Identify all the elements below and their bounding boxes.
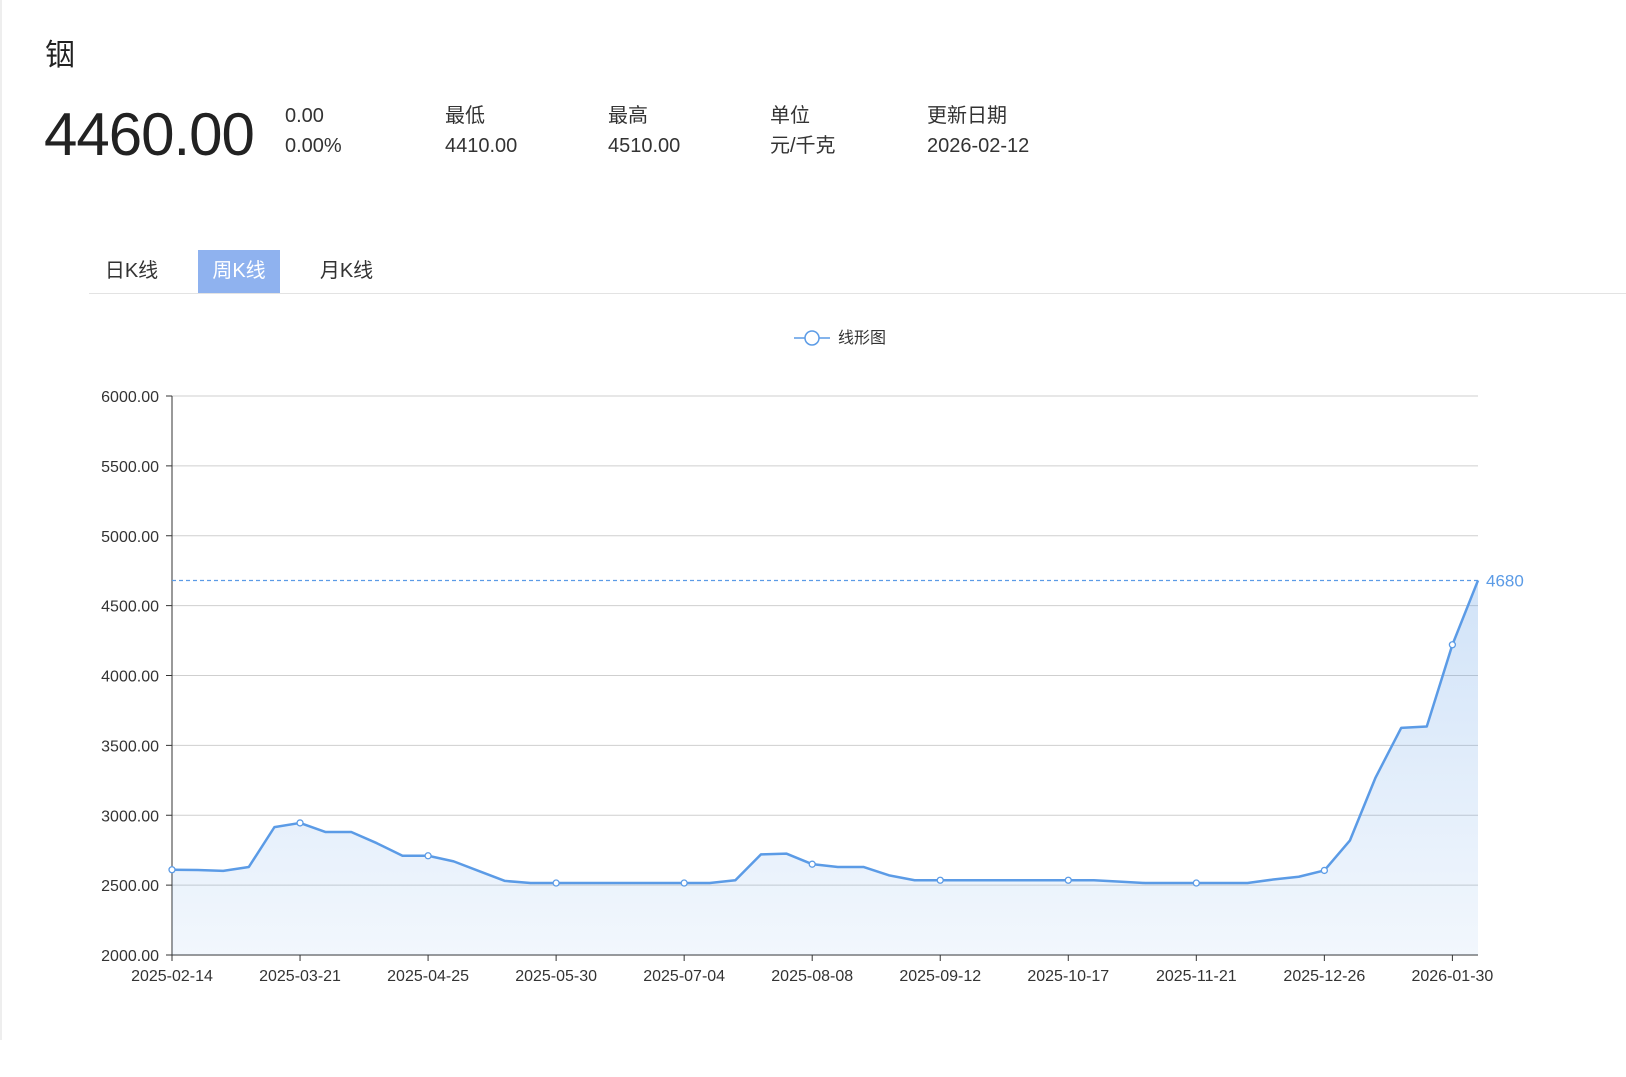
data-point	[168, 866, 176, 874]
stat-high-value: 4510.00	[608, 135, 681, 157]
line-chart: 线形图 2000.00 2500.00 3000.00 3500.00 4000.00 45…	[101, 328, 1524, 985]
x-tick-label: 2025-03-21	[259, 968, 341, 985]
x-tick-label: 2025-10-17	[1027, 968, 1109, 985]
data-point	[1320, 866, 1329, 875]
price-change-percent: 0.00%	[285, 135, 342, 157]
stat-unit-label: 单位	[770, 105, 810, 127]
markline-label: 4680	[1486, 571, 1524, 590]
page-title: 铟	[45, 39, 75, 72]
data-point	[1064, 876, 1072, 884]
stat-unit: 单位 元/千克	[770, 101, 836, 161]
current-price: 4460.00	[44, 101, 255, 168]
y-tick-label: 2000.00	[101, 948, 159, 965]
y-tick-label: 4500.00	[101, 599, 159, 616]
stat-unit-value: 元/千克	[770, 135, 836, 157]
x-tick-label: 2025-02-14	[131, 968, 213, 985]
y-tick-label: 3000.00	[101, 808, 159, 825]
data-point	[424, 852, 432, 860]
y-tick-label: 2500.00	[101, 878, 159, 895]
x-tick-label: 2025-12-26	[1283, 968, 1365, 985]
tab-monthly-kline[interactable]: 月K线	[304, 250, 389, 293]
stat-update-date-value: 2026-02-12	[927, 135, 1030, 157]
stat-low: 最低 4410.00	[445, 101, 517, 161]
x-tick-label: 2025-07-04	[643, 968, 725, 985]
data-point	[1192, 879, 1200, 887]
tab-weekly-kline[interactable]: 周K线	[198, 250, 280, 293]
y-tick-label: 5500.00	[101, 459, 159, 476]
stat-low-label: 最低	[445, 105, 485, 127]
kline-tabs: 日K线 周K线 月K线	[89, 250, 1626, 294]
price-change-block: 0.00 0.00%	[285, 101, 342, 161]
y-tick-label: 3500.00	[101, 738, 159, 755]
y-tick-label: 6000.00	[101, 389, 159, 406]
x-tick-label: 2025-04-25	[387, 968, 469, 985]
data-point	[680, 879, 688, 887]
x-tick-label: 2026-01-30	[1411, 968, 1493, 985]
stat-low-value: 4410.00	[445, 135, 518, 157]
stat-high: 最高 4510.00	[608, 101, 680, 161]
stat-high-label: 最高	[608, 105, 648, 127]
x-tick-label: 2025-11-21	[1156, 968, 1237, 985]
data-point	[808, 860, 816, 868]
x-tick-label: 2025-05-30	[515, 968, 597, 985]
stat-update-date: 更新日期 2026-02-12	[927, 101, 1029, 161]
y-tick-label: 4000.00	[101, 669, 159, 686]
legend-label: 线形图	[838, 328, 886, 347]
y-tick-label: 5000.00	[101, 529, 159, 546]
series-area	[172, 580, 1478, 955]
data-point	[936, 876, 944, 884]
tab-daily-kline[interactable]: 日K线	[89, 250, 174, 293]
data-point	[1448, 641, 1457, 649]
data-point	[296, 819, 304, 827]
legend-marker	[804, 330, 820, 346]
price-change: 0.00	[285, 105, 324, 127]
x-tick-label: 2025-08-08	[771, 968, 853, 985]
stat-update-date-label: 更新日期	[927, 105, 1007, 127]
x-tick-label: 2025-09-12	[899, 968, 981, 985]
series-line	[171, 580, 1480, 885]
data-point	[552, 879, 560, 887]
